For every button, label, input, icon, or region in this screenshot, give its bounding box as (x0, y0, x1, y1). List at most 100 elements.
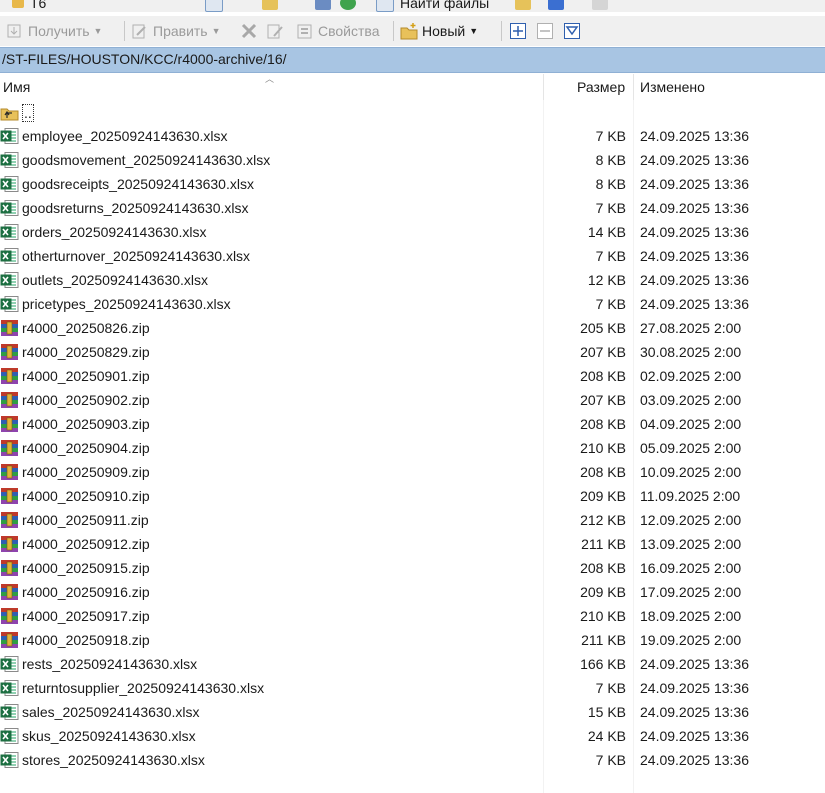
file-name: rests_20250924143630.xlsx (22, 656, 198, 672)
file-modified: 24.09.2025 13:36 (640, 752, 749, 768)
delete-button[interactable] (240, 20, 258, 42)
file-row[interactable]: goodsmovement_20250924143630.xlsx 8 KB 24.… (0, 148, 825, 172)
zip-archive-icon (0, 343, 20, 361)
file-row[interactable]: r4000_20250916.zip 209 KB 17.09.2025 2:00 (0, 580, 825, 604)
file-name: stores_20250924143630.xlsx (22, 752, 205, 768)
file-name: r4000_20250904.zip (22, 440, 150, 456)
file-name: skus_20250924143630.xlsx (22, 728, 196, 744)
new-button[interactable]: Новый ▼ (400, 20, 478, 42)
zip-archive-icon (0, 535, 20, 553)
file-modified: 16.09.2025 2:00 (640, 560, 742, 576)
file-row[interactable]: r4000_20250826.zip 205 KB 27.08.2025 2:00 (0, 316, 825, 340)
properties-icon (296, 22, 314, 40)
unselect-button[interactable] (536, 20, 554, 42)
zip-archive-icon (0, 415, 20, 433)
file-size: 8 KB (595, 152, 626, 168)
column-divider[interactable] (633, 74, 634, 100)
file-size: 7 KB (595, 680, 626, 696)
find-files-label[interactable]: Найти файлы (400, 0, 489, 11)
parent-directory-row[interactable]: .. (0, 100, 825, 124)
file-name: r4000_20250903.zip (22, 416, 150, 432)
file-row[interactable]: r4000_20250829.zip 207 KB 30.08.2025 2:00 (0, 340, 825, 364)
file-name: goodsreturns_20250924143630.xlsx (22, 200, 249, 216)
file-row[interactable]: goodsreturns_20250924143630.xlsx 7 KB 24.0… (0, 196, 825, 220)
file-modified: 24.09.2025 13:36 (640, 152, 749, 168)
edit-button[interactable]: Править ▼ (131, 20, 221, 42)
zip-archive-icon (0, 487, 20, 505)
column-name[interactable]: Имя (3, 79, 30, 95)
file-list: .. employee_20250924143630.xlsx 7 KB 24.09… (0, 100, 825, 772)
excel-file-icon (0, 655, 20, 673)
column-modified[interactable]: Изменено (640, 79, 705, 95)
plus-icon (509, 22, 527, 40)
file-row[interactable]: outlets_20250924143630.xlsx 12 KB 24.09.20… (0, 268, 825, 292)
save-icon[interactable] (315, 0, 331, 10)
file-row[interactable]: r4000_20250901.zip 208 KB 02.09.2025 2:00 (0, 364, 825, 388)
file-row[interactable]: goodsreceipts_20250924143630.xlsx 8 KB 24.… (0, 172, 825, 196)
column-divider[interactable] (543, 74, 544, 100)
file-row[interactable]: r4000_20250904.zip 210 KB 05.09.2025 2:00 (0, 436, 825, 460)
filter-icon (563, 22, 581, 40)
file-row[interactable]: returntosupplier_20250924143630.xlsx 7 KB… (0, 676, 825, 700)
file-row[interactable]: orders_20250924143630.xlsx 14 KB 24.09.202… (0, 220, 825, 244)
file-row[interactable]: r4000_20250915.zip 208 KB 16.09.2025 2:00 (0, 556, 825, 580)
file-modified: 24.09.2025 13:36 (640, 680, 749, 696)
drive-label[interactable]: T6 (30, 0, 46, 11)
path-bar[interactable]: /ST-FILES/HOUSTON/KCC/r4000-archive/16/ (0, 47, 825, 73)
file-row[interactable]: pricetypes_20250924143630.xlsx 7 KB 24.09.… (0, 292, 825, 316)
get-button[interactable]: Получить ▼ (6, 20, 102, 42)
zip-archive-icon (0, 511, 20, 529)
file-row[interactable]: r4000_20250918.zip 211 KB 19.09.2025 2:00 (0, 628, 825, 652)
file-row[interactable]: r4000_20250909.zip 208 KB 10.09.2025 2:00 (0, 460, 825, 484)
refresh-icon[interactable] (340, 0, 356, 10)
file-size: 7 KB (595, 128, 626, 144)
file-name: employee_20250924143630.xlsx (22, 128, 228, 144)
file-name: r4000_20250912.zip (22, 536, 150, 552)
queue-icon[interactable] (515, 0, 531, 10)
file-toolbar: Получить ▼ Править ▼ Свойства Новый ▼ (0, 16, 825, 46)
chevron-down-icon: ▼ (469, 26, 479, 36)
file-name: r4000_20250918.zip (22, 632, 150, 648)
filter-icon[interactable] (205, 0, 223, 12)
file-size: 7 KB (595, 296, 626, 312)
select-button[interactable] (509, 20, 527, 42)
file-row[interactable]: r4000_20250910.zip 209 KB 11.09.2025 2:00 (0, 484, 825, 508)
file-row[interactable]: r4000_20250902.zip 207 KB 03.09.2025 2:00 (0, 388, 825, 412)
properties-button[interactable]: Свойства (296, 20, 379, 42)
file-row[interactable]: r4000_20250912.zip 211 KB 13.09.2025 2:00 (0, 532, 825, 556)
file-modified: 12.09.2025 2:00 (640, 512, 742, 528)
file-modified: 24.09.2025 13:36 (640, 704, 749, 720)
file-name: pricetypes_20250924143630.xlsx (22, 296, 231, 312)
edit-label: Править (153, 23, 208, 39)
file-row[interactable]: rests_20250924143630.xlsx 166 KB 24.09.202… (0, 652, 825, 676)
file-row[interactable]: r4000_20250911.zip 212 KB 12.09.2025 2:00 (0, 508, 825, 532)
file-row[interactable]: employee_20250924143630.xlsx 7 KB 24.09.20… (0, 124, 825, 148)
file-row[interactable]: skus_20250924143630.xlsx 24 KB 24.09.2025 … (0, 724, 825, 748)
file-size: 14 KB (587, 224, 626, 240)
file-size: 205 KB (580, 320, 626, 336)
bookmark-icon[interactable] (262, 0, 278, 10)
find-files-icon[interactable] (376, 0, 394, 12)
rename-button[interactable] (266, 20, 284, 42)
file-row[interactable]: r4000_20250917.zip 210 KB 18.09.2025 2:00 (0, 604, 825, 628)
file-row[interactable]: otherturnover_20250924143630.xlsx 7 KB 24.… (0, 244, 825, 268)
excel-file-icon (0, 679, 20, 697)
file-row[interactable]: r4000_20250903.zip 208 KB 04.09.2025 2:00 (0, 412, 825, 436)
file-row[interactable]: sales_20250924143630.xlsx 15 KB 24.09.2025… (0, 700, 825, 724)
column-size[interactable]: Размер (577, 79, 625, 95)
excel-file-icon (0, 223, 20, 241)
back-icon[interactable] (548, 0, 564, 10)
zip-archive-icon (0, 319, 20, 337)
file-row[interactable]: stores_20250924143630.xlsx 7 KB 24.09.2025… (0, 748, 825, 772)
file-modified: 04.09.2025 2:00 (640, 416, 742, 432)
excel-file-icon (0, 175, 20, 193)
excel-file-icon (0, 751, 20, 769)
file-name: r4000_20250911.zip (22, 512, 149, 528)
file-size: 166 KB (580, 656, 626, 672)
excel-file-icon (0, 151, 20, 169)
file-size: 207 KB (580, 344, 626, 360)
forward-icon[interactable] (592, 0, 608, 10)
filter-button[interactable] (563, 20, 581, 42)
file-modified: 05.09.2025 2:00 (640, 440, 742, 456)
close-icon (240, 22, 258, 40)
